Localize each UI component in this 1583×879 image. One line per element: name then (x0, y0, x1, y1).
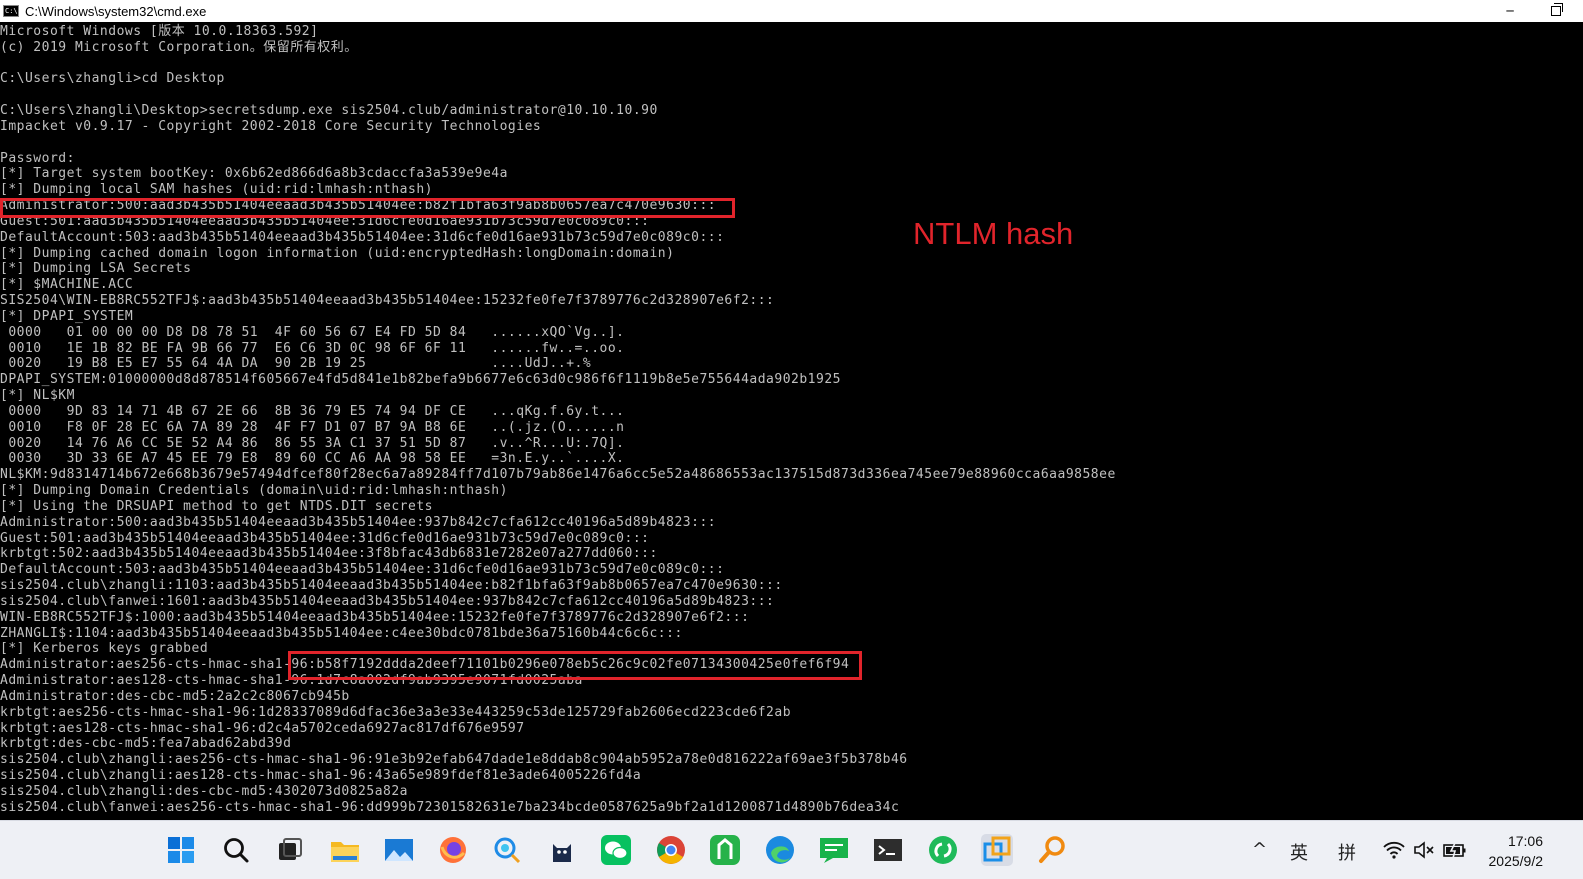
console-line: sis2504.club\zhangli:des-cbc-md5:4302073… (0, 783, 409, 799)
tray-chevron-icon[interactable]: ^ (1252, 839, 1267, 860)
console-line: [*] Dumping LSA Secrets (0, 261, 192, 277)
console-line: DefaultAccount:503:aad3b435b51404eeaad3b… (0, 562, 725, 578)
console-output[interactable]: Microsoft Windows [版本 10.0.18363.592] (c)… (0, 23, 1583, 820)
edge-icon[interactable] (764, 834, 796, 866)
minimize-icon: ─ (1506, 4, 1514, 18)
console-line: sis2504.club\zhangli:aes128-cts-hmac-sha… (0, 768, 642, 783)
chat-search-icon[interactable] (491, 834, 523, 866)
console-line: krbtgt:aes256-cts-hmac-sha1-96:1d2833708… (0, 704, 792, 720)
ime-mode-indicator[interactable]: 拼 (1338, 839, 1356, 865)
console-line: 0000 9D 83 14 71 4B 67 2E 66 8B 36 79 E5… (0, 403, 625, 419)
console-line: 0010 1E 1B 82 BE FA 9B 66 77 E6 C6 3D 0C… (0, 340, 625, 356)
console-line: [*] Dumping Domain Credentials (domain\u… (0, 483, 508, 499)
console-line: sis2504.club\fanwei:aes256-cts-hmac-sha1… (0, 799, 900, 815)
console-line: sis2504.club\zhangli:1103:aad3b435b51404… (0, 578, 783, 594)
clock-time[interactable]: 17:06 (1508, 833, 1543, 849)
console-line: 0030 3D 33 6E A7 45 EE 79 E8 89 60 CC A6… (0, 451, 625, 467)
console-line: WIN-EB8RC552TFJ$:1000:aad3b435b51404eeaa… (0, 609, 750, 625)
console-line: (c) 2019 Microsoft Corporation。保留所有权利。 (0, 39, 358, 55)
ime-language-indicator[interactable]: 英 (1290, 839, 1308, 865)
windows-start-icon[interactable] (165, 834, 197, 866)
console-line: krbtgt:502:aad3b435b51404eeaad3b435b5140… (0, 546, 658, 562)
wifi-icon[interactable] (1383, 841, 1405, 864)
annotation-ntlm-hash: NTLM hash (913, 216, 1074, 251)
minimize-button[interactable]: ─ (1490, 0, 1530, 22)
search-icon[interactable] (220, 834, 252, 866)
console-line: Password: (0, 150, 75, 166)
console-line: ZHANGLI$:1104:aad3b435b51404eeaad3b435b5… (0, 625, 683, 641)
console-line: NL$KM:9d8314714b672e668b3679e57494dfcef8… (0, 467, 1116, 483)
window-title: C:\Windows\system32\cmd.exe (25, 3, 207, 19)
console-line: 0020 19 B8 E5 E7 55 64 4A DA 90 2B 19 25… (0, 356, 592, 372)
console-line: 0020 14 76 A6 CC 5E 52 A4 86 86 55 3A C1… (0, 435, 625, 451)
console-line: [*] Target system bootKey: 0x6b62ed866d6… (0, 166, 508, 182)
console-line: [*] NL$KM (0, 388, 75, 404)
console-line: [*] Kerberos keys grabbed (0, 641, 209, 657)
console-line: [*] Dumping cached domain logon informat… (0, 245, 675, 261)
volume-muted-icon[interactable] (1413, 841, 1435, 864)
wechat-icon[interactable] (600, 834, 632, 866)
console-line: [*] Dumping local SAM hashes (uid:rid:lm… (0, 182, 433, 198)
highlight-box-ntlm (0, 198, 735, 218)
android-app-icon[interactable] (709, 834, 741, 866)
console-line: [*] Using the DRSUAPI method to get NTDS… (0, 498, 433, 514)
console-line: krbtgt:aes128-cts-hmac-sha1-96:d2c4a5702… (0, 720, 525, 736)
refresh-app-icon[interactable] (927, 834, 959, 866)
console-line: [*] DPAPI_SYSTEM (0, 308, 134, 324)
cmd-app-icon: C:\ (3, 5, 19, 17)
console-line: C:\Users\zhangli\Desktop>secretsdump.exe… (0, 103, 658, 119)
clock-date[interactable]: 2025/9/2 (1489, 853, 1544, 869)
task-view-icon[interactable] (274, 834, 306, 866)
file-explorer-icon[interactable] (329, 834, 361, 866)
battery-charging-icon[interactable] (1443, 841, 1467, 864)
console-line: Administrator:des-cbc-md5:2a2c2c8067cb94… (0, 688, 350, 704)
console-line: Administrator:500:aad3b435b51404eeaad3b4… (0, 514, 717, 530)
highlight-box-aes256 (288, 651, 862, 680)
console-line: C:\Users\zhangli>cd Desktop (0, 71, 225, 87)
console-line: krbtgt:des-cbc-md5:fea7abad62abd39d (0, 736, 292, 752)
console-line: 0010 F8 0F 28 EC 6A 7A 89 28 4F F7 D1 07… (0, 419, 625, 435)
taskbar: ^ 英 拼 17:06 2025/9/2 (0, 820, 1583, 879)
console-line: Microsoft Windows [版本 10.0.18363.592] (0, 24, 319, 39)
console-line: [*] $MACHINE.ACC (0, 277, 134, 293)
restore-button[interactable] (1536, 0, 1576, 22)
console-line: 0000 01 00 00 00 D8 D8 78 51 4F 60 56 67… (0, 324, 625, 340)
remote-app-icon[interactable] (981, 834, 1013, 866)
restore-icon (1551, 3, 1563, 16)
messages-icon[interactable] (818, 834, 850, 866)
window-titlebar[interactable]: C:\ C:\Windows\system32\cmd.exe ─ (0, 0, 1583, 22)
console-line: DPAPI_SYSTEM:01000000d8d878514f605667e4f… (0, 372, 841, 388)
cat-app-icon[interactable] (546, 834, 578, 866)
photos-icon[interactable] (383, 834, 415, 866)
console-line: sis2504.club\fanwei:1601:aad3b435b51404e… (0, 593, 775, 609)
console-line: sis2504.club\zhangli:aes256-cts-hmac-sha… (0, 752, 908, 768)
console-line: DefaultAccount:503:aad3b435b51404eeaad3b… (0, 229, 725, 245)
console-line: Guest:501:aad3b435b51404eeaad3b435b51404… (0, 530, 650, 546)
console-line: SIS2504\WIN-EB8RC552TFJ$:aad3b435b51404e… (0, 293, 775, 309)
firefox-icon[interactable] (437, 834, 469, 866)
search-tool-icon[interactable] (1036, 834, 1068, 866)
console-line: Impacket v0.9.17 - Copyright 2002-2018 C… (0, 118, 542, 134)
chrome-icon[interactable] (655, 834, 687, 866)
terminal-icon[interactable] (872, 834, 904, 866)
